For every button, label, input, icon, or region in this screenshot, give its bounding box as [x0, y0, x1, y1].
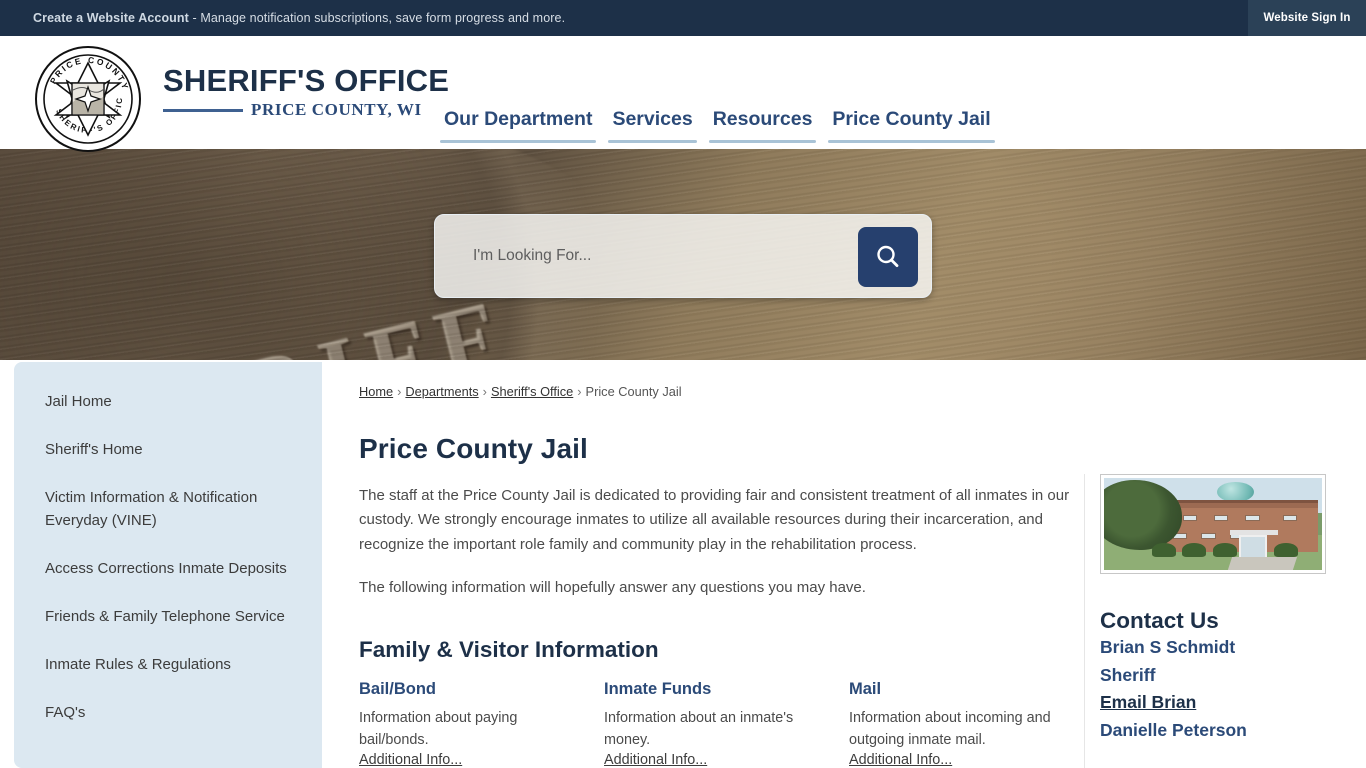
email-brian-link[interactable]: Email Brian [1100, 692, 1196, 712]
brand-divider-rule [163, 108, 243, 112]
photo-tree [1104, 479, 1183, 550]
contact-name-secondary: Danielle Peterson [1100, 719, 1247, 740]
breadcrumb-current: Price County Jail [585, 384, 682, 399]
info-column-group: Bail/Bond Information about paying bail/… [359, 680, 1094, 768]
nav-underline [708, 140, 817, 143]
sheriff-seal-logo[interactable]: PRICE COUNTY SHERIFF'S OFFICE [35, 46, 141, 152]
photo-inner [1104, 478, 1322, 570]
info-text: Information about incoming and outgoing … [849, 709, 1051, 748]
search-input[interactable] [473, 247, 853, 265]
site-brand[interactable]: SHERIFF'S OFFICE PRICE COUNTY, WI [163, 64, 449, 120]
info-heading: Inmate Funds [604, 679, 712, 698]
additional-info-link[interactable]: Additional Info... [359, 752, 462, 768]
additional-info-link[interactable]: Additional Info... [849, 752, 952, 768]
sidebar-item-jail-home[interactable]: Jail Home [14, 390, 322, 413]
section-sidebar: Jail Home Sheriff's Home Victim Informat… [14, 362, 322, 768]
breadcrumb-separator: › [577, 384, 582, 399]
page-title: Price County Jail [359, 433, 588, 464]
rail-divider [1084, 474, 1085, 768]
info-heading: Bail/Bond [359, 679, 436, 698]
photo-entry-door [1239, 535, 1268, 559]
nav-item-resources[interactable]: Resources [703, 96, 823, 151]
brand-line-1: SHERIFF'S OFFICE [163, 63, 450, 98]
content-card: Jail Home Sheriff's Home Victim Informat… [14, 362, 1352, 768]
website-sign-in-button[interactable]: Website Sign In [1248, 0, 1366, 36]
info-text: Information about an inmate's money. [604, 709, 794, 748]
sidebar-item-telephone-service[interactable]: Friends & Family Telephone Service [14, 605, 322, 628]
breadcrumb: Home › Departments › Sheriff's Office › Price … [359, 384, 1328, 400]
main-content: Home › Departments › Sheriff's Office › Price … [322, 362, 1352, 768]
nav-item-our-department[interactable]: Our Department [434, 96, 602, 151]
jail-building-photo [1100, 474, 1326, 574]
sidebar-item-sheriffs-home[interactable]: Sheriff's Home [14, 438, 322, 461]
info-text: Information about paying bail/bonds. [359, 709, 518, 748]
site-search[interactable] [434, 214, 932, 298]
sidebar-item-faqs[interactable]: FAQ's [14, 701, 322, 724]
nav-item-price-county-jail[interactable]: Price County Jail [822, 96, 1000, 151]
search-icon [877, 245, 899, 268]
sidebar-item-vine[interactable]: Victim Information & Notification Everyd… [14, 486, 322, 532]
create-account-link[interactable]: Create a Website Account [33, 11, 189, 25]
sidebar-item-access-corrections[interactable]: Access Corrections Inmate Deposits [14, 557, 322, 580]
breadcrumb-separator: › [482, 384, 487, 399]
contact-name-sheriff: Brian S Schmidt [1100, 637, 1236, 657]
brand-line-2: PRICE COUNTY, WI [251, 100, 422, 119]
search-button[interactable] [858, 227, 918, 287]
intro-paragraph-2: The following information will hopefully… [359, 579, 866, 597]
contact-us-title: Contact Us [1100, 608, 1219, 633]
additional-info-link[interactable]: Additional Info... [604, 752, 707, 768]
breadcrumb-link-sheriffs-office[interactable]: Sheriff's Office [491, 384, 573, 399]
breadcrumb-separator: › [397, 384, 402, 399]
article-body: Price County Jail The staff at the Price… [359, 433, 1094, 768]
sidebar-item-inmate-rules[interactable]: Inmate Rules & Regulations [14, 653, 322, 676]
info-heading: Mail [849, 679, 882, 698]
contact-rail: Contact Us Brian S Schmidt Sheriff Email… [1084, 474, 1328, 768]
info-column-bail-bond: Bail/Bond Information about paying bail/… [359, 680, 604, 768]
utility-bar-subtext: - Manage notification subscriptions, sav… [188, 11, 566, 25]
main-navigation: Our Department Services Resources Price … [434, 96, 1001, 151]
info-column-inmate-funds: Inmate Funds Information about an inmate… [604, 680, 849, 768]
section-title-family-visitor: Family & Visitor Information [359, 636, 659, 662]
nav-underline [608, 140, 697, 143]
photo-water-tower [1217, 481, 1255, 502]
utility-bar: Create a Website Account - Manage notifi… [0, 0, 1366, 36]
info-column-mail: Mail Information about incoming and outg… [849, 680, 1094, 768]
contact-role-sheriff: Sheriff [1100, 664, 1156, 685]
utility-bar-message: Create a Website Account - Manage notifi… [33, 11, 565, 25]
nav-underline [440, 140, 597, 143]
breadcrumb-link-home[interactable]: Home [359, 384, 393, 399]
nav-item-services[interactable]: Services [602, 96, 702, 151]
intro-paragraph-1: The staff at the Price County Jail is de… [359, 487, 1070, 553]
photo-walkway [1228, 557, 1298, 570]
nav-underline [828, 140, 995, 143]
breadcrumb-link-departments[interactable]: Departments [405, 384, 478, 399]
site-header: PRICE COUNTY SHERIFF'S OFFICE SHERIFF'S … [0, 36, 1366, 152]
